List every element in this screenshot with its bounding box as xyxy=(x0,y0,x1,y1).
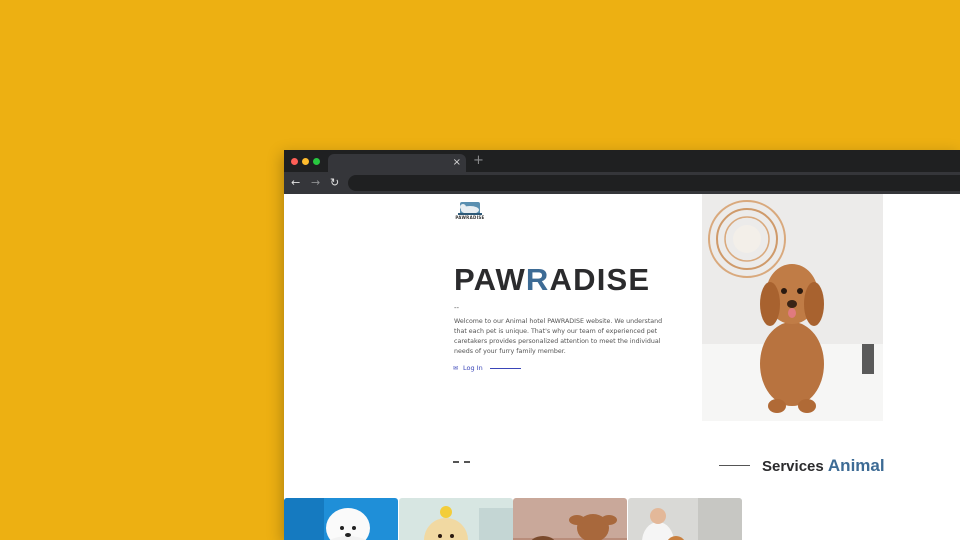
reload-icon[interactable]: ↻ xyxy=(330,176,339,190)
hero-dog-image xyxy=(702,194,883,421)
service-card-bathing[interactable] xyxy=(399,498,513,540)
forward-arrow-icon[interactable]: → xyxy=(311,176,320,190)
services-title: Services xyxy=(762,458,824,475)
services-accent: Animal xyxy=(827,456,885,475)
address-bar[interactable] xyxy=(348,175,960,191)
browser-tab-bar: × + xyxy=(284,150,960,172)
browser-window: × + ← → ↻ PAWRADISE PAWRADISE -- Welcome… xyxy=(284,150,960,540)
services-heading: Services Animal xyxy=(762,456,885,476)
login-label[interactable]: Log In xyxy=(463,364,483,372)
page-content: PAWRADISE PAWRADISE -- Welcome to our An… xyxy=(284,194,960,540)
logo-text: PAWRADISE xyxy=(455,215,485,220)
service-card-vet[interactable] xyxy=(628,498,742,540)
minimize-window-button[interactable] xyxy=(302,158,309,165)
browser-toolbar: ← → ↻ xyxy=(284,172,960,194)
service-card-spa[interactable] xyxy=(513,498,627,540)
login-underline xyxy=(489,367,521,369)
maximize-window-button[interactable] xyxy=(313,158,320,165)
dash-mark xyxy=(453,461,459,463)
hero-title-part2: ADISE xyxy=(549,262,651,297)
dash-mark xyxy=(464,461,470,463)
close-window-button[interactable] xyxy=(291,158,298,165)
mail-icon: ✉ xyxy=(453,364,459,372)
service-card-grooming[interactable] xyxy=(284,498,398,540)
hero-description: Welcome to our Animal hotel PAWRADISE we… xyxy=(454,318,663,355)
hero-title-accent: R xyxy=(525,262,550,297)
login-link[interactable]: ✉ Log In xyxy=(453,364,521,372)
hero-title: PAWRADISE xyxy=(454,264,650,296)
hero-dash: -- xyxy=(454,304,460,312)
hero-title-part1: PAW xyxy=(454,262,526,297)
section-dashes xyxy=(453,461,470,463)
back-arrow-icon[interactable]: ← xyxy=(291,176,300,190)
new-tab-icon[interactable]: + xyxy=(473,154,484,168)
browser-tab[interactable]: × xyxy=(328,154,466,172)
services-divider xyxy=(719,465,750,466)
tab-close-icon[interactable]: × xyxy=(453,156,461,170)
